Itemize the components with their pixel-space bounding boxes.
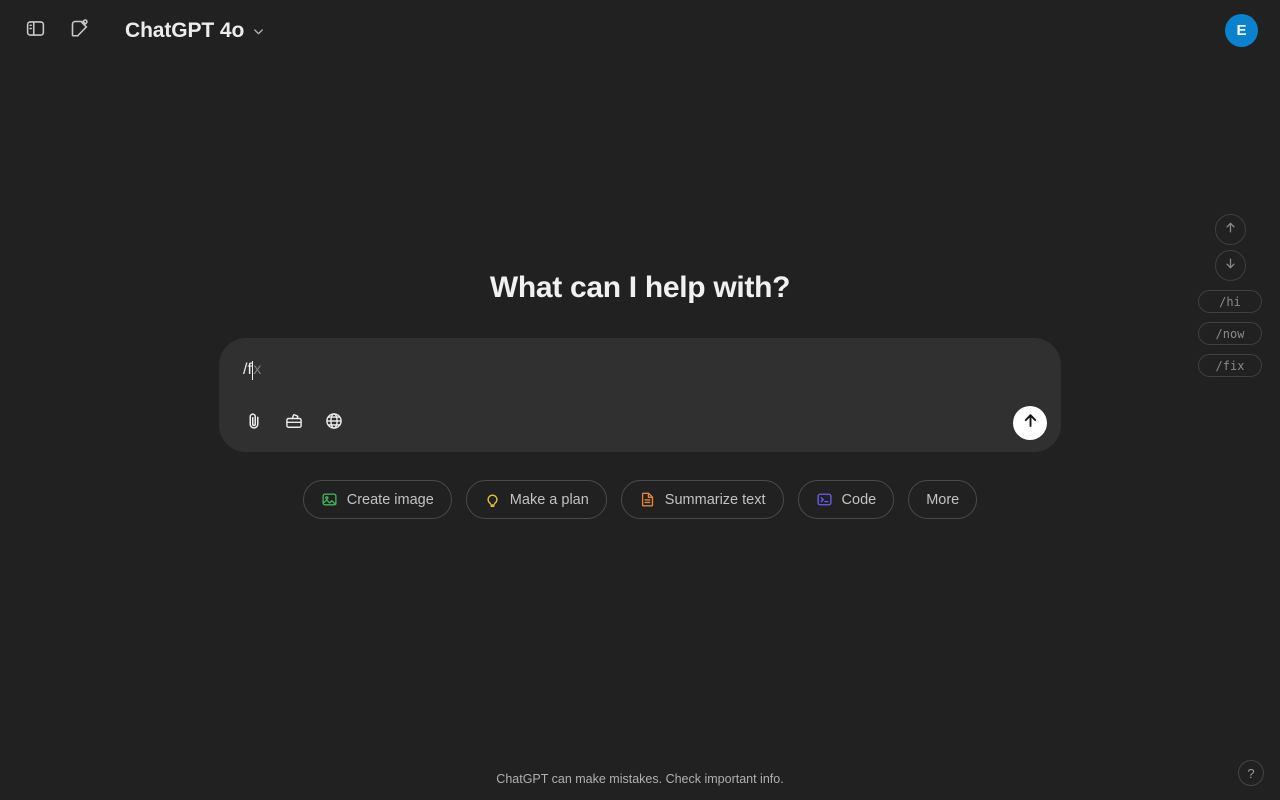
chip-code[interactable]: Code xyxy=(797,480,895,519)
image-icon xyxy=(321,491,338,508)
arrow-up-icon xyxy=(1021,411,1040,435)
attach-file-button[interactable] xyxy=(237,406,271,440)
tools-menu-button[interactable] xyxy=(277,406,311,440)
chip-label: Summarize text xyxy=(664,491,766,508)
help-button[interactable]: ? xyxy=(1238,760,1264,786)
paperclip-icon xyxy=(244,411,264,436)
pencil-square-icon xyxy=(69,18,90,44)
arrow-up-icon xyxy=(1223,220,1238,240)
chip-label: Make a plan xyxy=(509,491,589,508)
chip-label: More xyxy=(926,491,960,508)
model-switcher[interactable]: ChatGPT 4o xyxy=(120,14,275,48)
command-pill-fix[interactable]: /fix xyxy=(1198,354,1262,377)
scroll-down-button[interactable] xyxy=(1214,250,1246,281)
chip-label: Create image xyxy=(346,491,434,508)
terminal-icon xyxy=(816,491,833,508)
scroll-up-button[interactable] xyxy=(1214,214,1246,245)
new-chat-button[interactable] xyxy=(62,14,96,48)
sidebar-panel-icon xyxy=(25,18,46,44)
prompt-typed-text: /f xyxy=(243,361,252,378)
main-stage: What can I help with? /f x Create image … xyxy=(0,62,1280,740)
web-search-button[interactable] xyxy=(317,406,351,440)
command-pill-now[interactable]: /now xyxy=(1198,322,1262,345)
sidebar-toggle-button[interactable] xyxy=(18,14,52,48)
send-button[interactable] xyxy=(1013,406,1047,440)
footer: ChatGPT can make mistakes. Check importa… xyxy=(0,758,1280,800)
prompt-ghost-suggestion: x xyxy=(253,361,262,378)
chip-make-a-plan[interactable]: Make a plan xyxy=(465,480,607,519)
globe-icon xyxy=(324,411,344,436)
page-title: What can I help with? xyxy=(489,271,791,304)
arrow-down-icon xyxy=(1223,256,1238,276)
disclaimer-text: ChatGPT can make mistakes. Check importa… xyxy=(496,772,784,786)
composer-toolbar xyxy=(235,406,1045,440)
model-name-label: ChatGPT 4o xyxy=(125,19,245,42)
prompt-input[interactable]: /f x xyxy=(235,356,1045,384)
document-icon xyxy=(639,491,656,508)
chip-more[interactable]: More xyxy=(908,480,978,519)
top-bar: ChatGPT 4o E xyxy=(0,0,1280,62)
chip-label: Code xyxy=(841,491,877,508)
chip-summarize-text[interactable]: Summarize text xyxy=(620,480,784,519)
command-pill-hi[interactable]: /hi xyxy=(1198,290,1262,313)
composer[interactable]: /f x xyxy=(219,338,1061,452)
side-command-stack: /hi /now /fix xyxy=(1198,214,1262,377)
chevron-down-icon xyxy=(251,24,266,39)
toolbox-icon xyxy=(284,411,304,436)
top-bar-left-group: ChatGPT 4o xyxy=(18,14,275,48)
chip-create-image[interactable]: Create image xyxy=(302,480,452,519)
avatar[interactable]: E xyxy=(1225,14,1258,47)
suggestion-chips: Create image Make a plan Summarize text … xyxy=(302,480,978,519)
lightbulb-icon xyxy=(484,491,501,508)
